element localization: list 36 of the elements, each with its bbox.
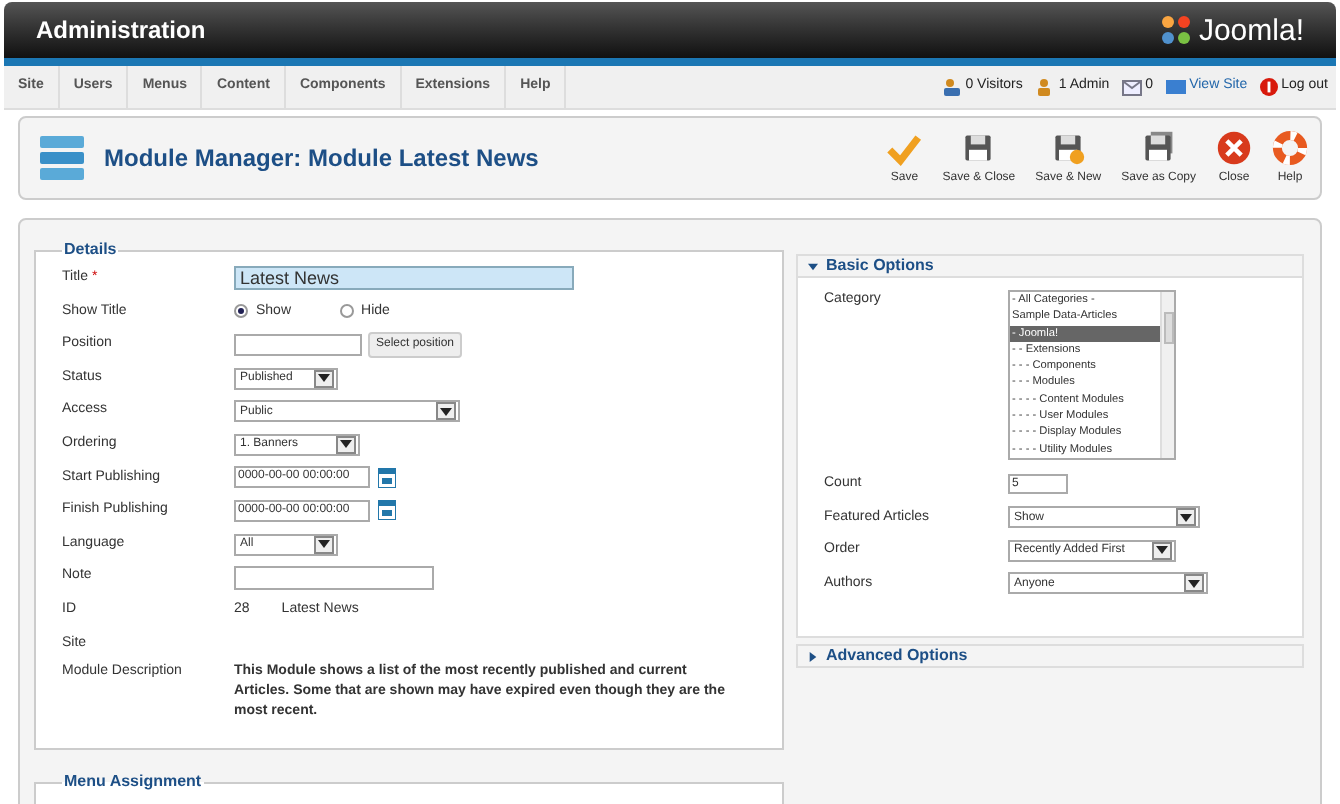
text-input[interactable] bbox=[234, 333, 362, 356]
dropdown-arrow-icon bbox=[1184, 574, 1204, 593]
dropdown-arrow-icon bbox=[314, 535, 334, 554]
dropdown-arrow-icon bbox=[1176, 508, 1196, 527]
logo-text: Joomla! bbox=[1198, 15, 1304, 45]
close-icon bbox=[1216, 129, 1252, 165]
module-stack-icon bbox=[40, 134, 84, 182]
site-title: Administration bbox=[36, 14, 206, 48]
logout-icon bbox=[1259, 78, 1278, 96]
calendar-icon[interactable] bbox=[378, 467, 396, 488]
checkmark-icon bbox=[886, 133, 923, 165]
dropdown-arrow-icon bbox=[314, 369, 334, 388]
lifebuoy-icon bbox=[1272, 129, 1308, 165]
expand-arrow-icon bbox=[808, 261, 818, 271]
monitor-icon bbox=[1165, 79, 1186, 95]
panel-header[interactable]: Advanced Options bbox=[796, 644, 1304, 668]
radio-button[interactable] bbox=[339, 304, 354, 319]
envelope-icon bbox=[1121, 79, 1142, 95]
floppy-disk-plus-icon bbox=[1050, 129, 1087, 165]
fieldset-legend: Details bbox=[62, 238, 119, 262]
logo-icon bbox=[1158, 12, 1195, 48]
dropdown-arrow-icon bbox=[436, 402, 456, 421]
users-icon bbox=[941, 78, 962, 96]
text-input[interactable]: Latest News bbox=[234, 266, 574, 291]
scrollbar[interactable] bbox=[1160, 292, 1174, 458]
calendar-icon[interactable] bbox=[378, 500, 396, 521]
floppy-disks-icon bbox=[1140, 129, 1177, 165]
dropdown-arrow-icon bbox=[1152, 541, 1172, 560]
page-title: Module Manager: Module Latest News bbox=[104, 142, 539, 176]
user-icon bbox=[1034, 78, 1055, 96]
panel-header[interactable]: Basic Options bbox=[798, 256, 1302, 278]
text-input[interactable] bbox=[234, 565, 434, 590]
fieldset-legend: Menu Assignment bbox=[62, 770, 204, 795]
expand-arrow-icon bbox=[808, 651, 818, 661]
radio-button[interactable] bbox=[234, 304, 248, 319]
dropdown-arrow-icon bbox=[336, 435, 356, 454]
